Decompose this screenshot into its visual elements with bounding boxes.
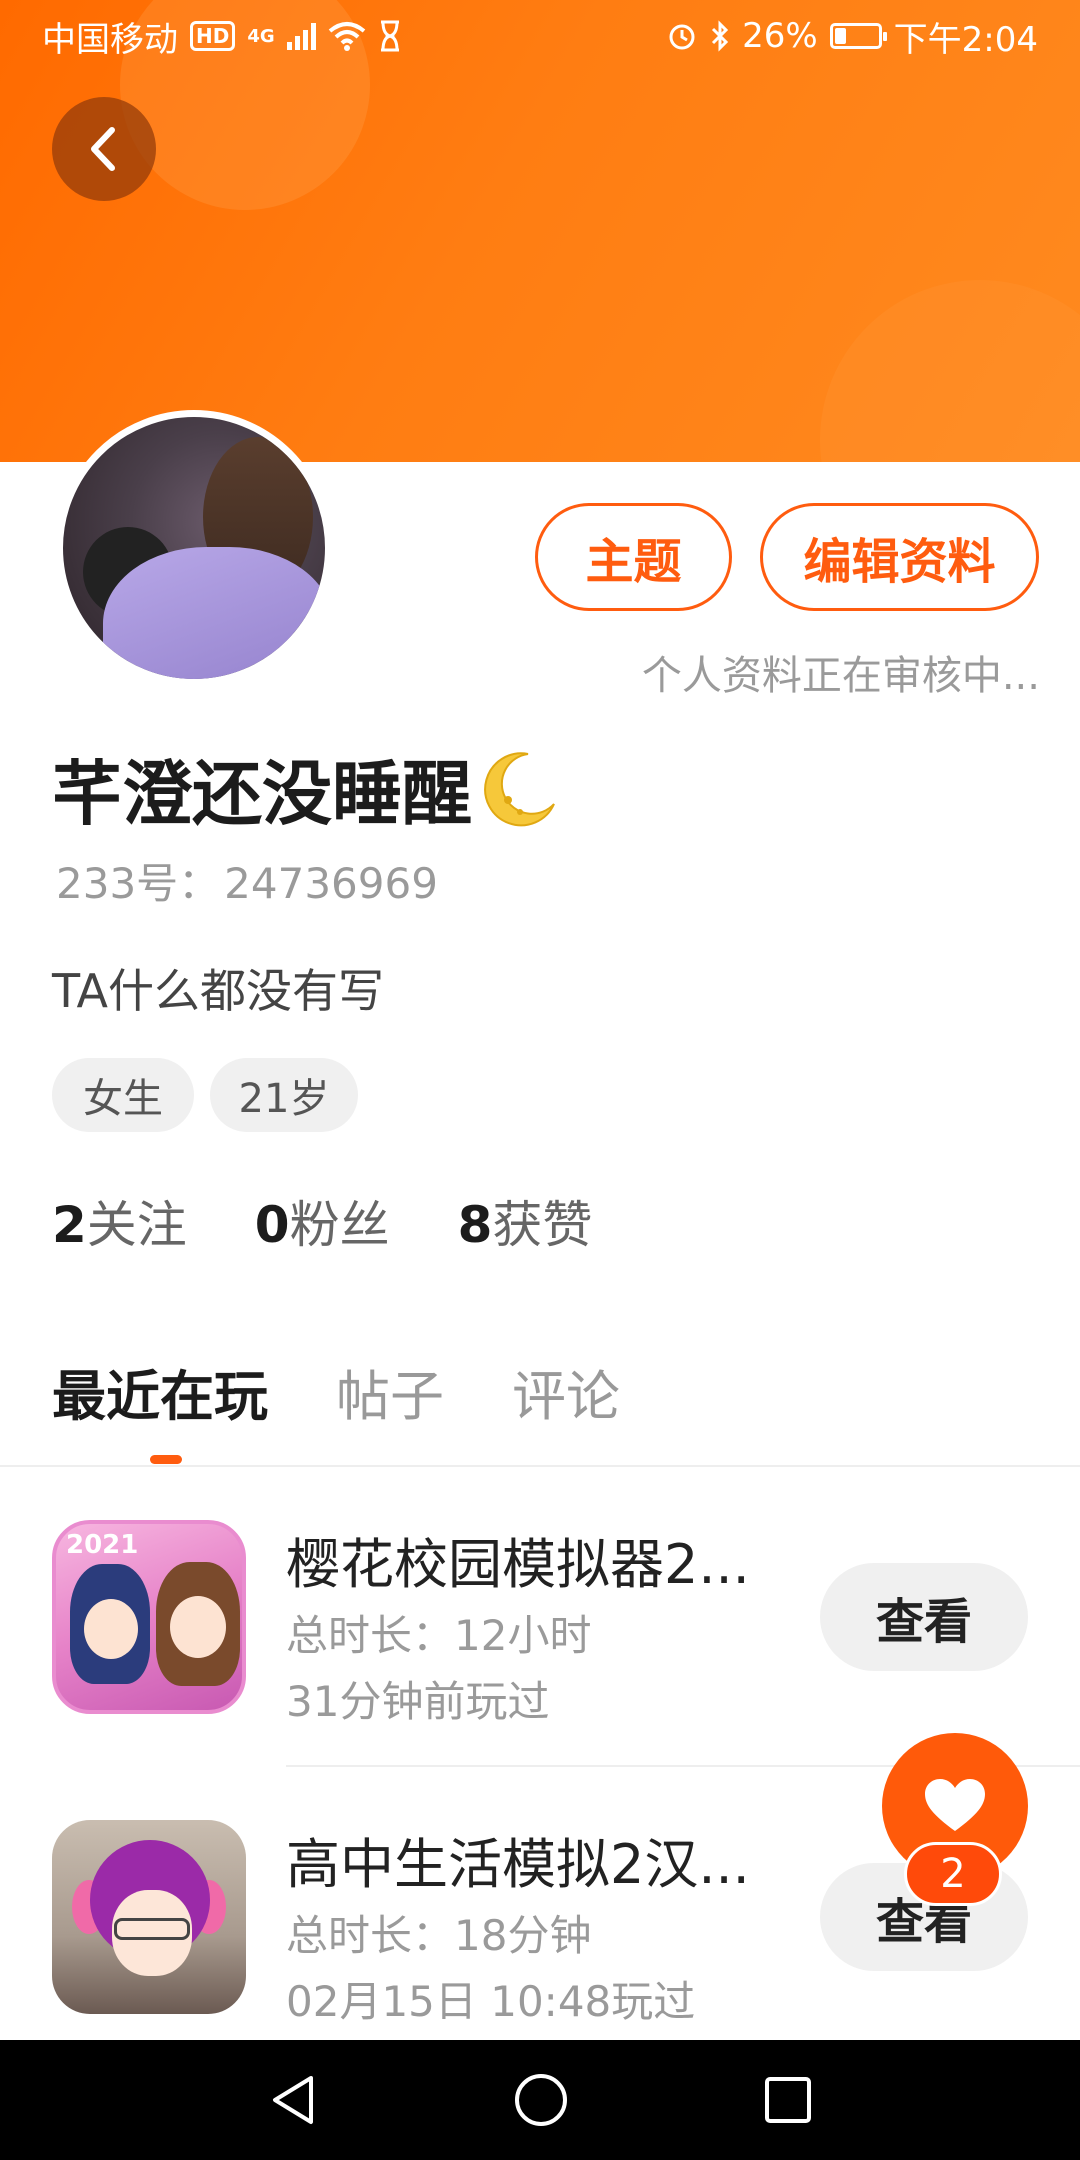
battery-percent: 26% bbox=[742, 16, 818, 56]
user-id-label: 233号： bbox=[56, 859, 221, 908]
status-bar: 中国移动 HD 4G 26% 下午2:04 bbox=[0, 0, 1080, 72]
avatar[interactable] bbox=[56, 410, 332, 686]
age-tag: 21岁 bbox=[210, 1058, 358, 1132]
system-navigation-bar bbox=[0, 2040, 1080, 2160]
back-button[interactable] bbox=[52, 97, 156, 201]
header-decoration bbox=[820, 280, 1080, 462]
nav-home-icon[interactable] bbox=[513, 2072, 569, 2128]
alarm-icon bbox=[669, 24, 695, 50]
tab-comments[interactable]: 评论 bbox=[512, 1352, 620, 1431]
network-type: 4G bbox=[247, 25, 275, 47]
user-id-value: 24736969 bbox=[224, 859, 438, 908]
view-button[interactable]: 查看 bbox=[820, 1563, 1028, 1671]
gender-tag: 女生 bbox=[52, 1058, 194, 1132]
fans-label: 粉丝 bbox=[289, 1196, 390, 1254]
like-count-badge: 2 bbox=[904, 1842, 1002, 1906]
tabs-divider bbox=[0, 1465, 1080, 1467]
hd-badge: HD bbox=[190, 21, 236, 51]
signal-icon bbox=[286, 22, 316, 50]
back-arrow-icon bbox=[91, 127, 115, 171]
game-duration: 总时长：18分钟 bbox=[286, 1911, 592, 1960]
carrier-name: 中国移动 bbox=[42, 19, 178, 60]
clock: 下午2:04 bbox=[893, 19, 1038, 60]
game-icon[interactable] bbox=[52, 1820, 246, 2014]
review-status-text: 个人资料正在审核中... bbox=[641, 653, 1040, 699]
likes-count: 8 bbox=[457, 1196, 493, 1254]
bluetooth-icon bbox=[712, 20, 729, 52]
game-icon-year: 2021 bbox=[66, 1530, 139, 1560]
following-count: 2 bbox=[52, 1196, 87, 1254]
following-stat[interactable]: 2关注 bbox=[52, 1185, 187, 1257]
battery-icon bbox=[829, 23, 887, 49]
heart-icon bbox=[925, 1779, 985, 1831]
nav-recents-icon[interactable] bbox=[763, 2075, 813, 2125]
nav-back-icon[interactable] bbox=[267, 2072, 319, 2128]
bio-text: TA什么都没有写 bbox=[52, 964, 384, 1018]
tab-posts[interactable]: 帖子 bbox=[336, 1352, 444, 1431]
likes-stat[interactable]: 8获赞 bbox=[458, 1185, 593, 1257]
game-title: 高中生活模拟2汉... bbox=[286, 1833, 750, 1896]
profile-tabs: 最近在玩 帖子 评论 bbox=[52, 1352, 620, 1431]
fans-count: 0 bbox=[254, 1196, 290, 1254]
game-last-played: 02月15日 10:48玩过 bbox=[286, 1977, 696, 2026]
game-last-played: 31分钟前玩过 bbox=[286, 1677, 550, 1726]
theme-button[interactable]: 主题 bbox=[535, 503, 732, 611]
game-icon[interactable]: 2021 bbox=[52, 1520, 246, 1714]
edit-profile-button[interactable]: 编辑资料 bbox=[760, 503, 1039, 611]
fans-stat[interactable]: 0粉丝 bbox=[255, 1185, 390, 1257]
tab-recently-played[interactable]: 最近在玩 bbox=[52, 1352, 268, 1431]
hourglass-icon bbox=[380, 20, 399, 52]
game-title: 樱花校园模拟器2... bbox=[286, 1533, 750, 1596]
active-tab-indicator bbox=[150, 1455, 182, 1464]
nickname: 芊澄还没睡醒 bbox=[52, 738, 560, 839]
likes-label: 获赞 bbox=[492, 1196, 593, 1254]
wifi-icon bbox=[328, 22, 365, 51]
game-duration: 总时长：12小时 bbox=[286, 1611, 592, 1660]
stats-row: 2关注 0粉丝 8获赞 bbox=[52, 1185, 592, 1257]
moon-emoji-icon bbox=[484, 751, 555, 826]
nickname-text: 芊澄还没睡醒 bbox=[52, 753, 472, 835]
following-label: 关注 bbox=[86, 1196, 187, 1254]
user-id: 233号：24736969 bbox=[52, 850, 438, 911]
